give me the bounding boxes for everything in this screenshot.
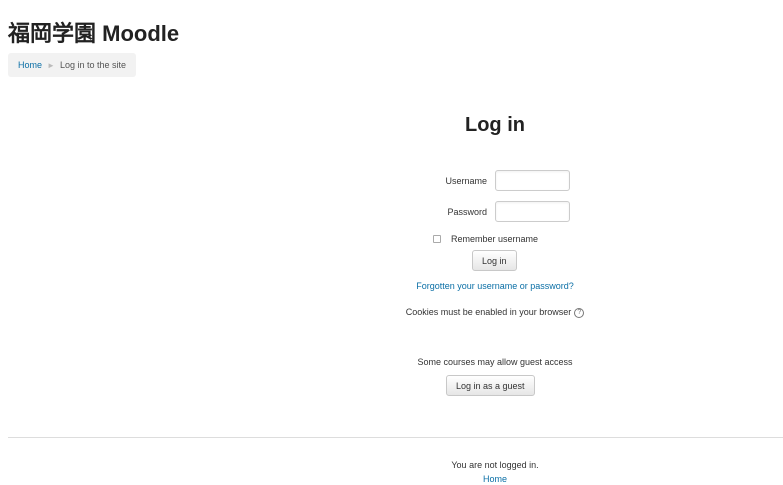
cookies-notice: Cookies must be enabled in your browser? bbox=[0, 307, 783, 318]
remember-username-checkbox[interactable] bbox=[433, 235, 441, 243]
remember-username-row: Remember username bbox=[433, 234, 538, 244]
username-label: Username bbox=[445, 175, 487, 186]
forgot-password-link[interactable]: Forgotten your username or password? bbox=[416, 281, 574, 291]
help-icon[interactable]: ? bbox=[574, 307, 585, 318]
guest-access-text: Some courses may allow guest access bbox=[417, 357, 573, 367]
password-row: Password bbox=[432, 201, 570, 222]
breadcrumb-separator-icon: ► bbox=[47, 60, 55, 70]
cookies-text: Cookies must be enabled in your browser bbox=[405, 307, 572, 317]
username-row: Username bbox=[432, 170, 570, 191]
forgot-password-row: Forgotten your username or password? bbox=[0, 281, 783, 291]
login-button[interactable]: Log in bbox=[472, 250, 517, 271]
site-title: 福岡学園 Moodle bbox=[8, 21, 180, 46]
login-status-text: You are not logged in. bbox=[451, 460, 539, 470]
password-input[interactable] bbox=[495, 201, 570, 222]
password-label: Password bbox=[447, 206, 487, 217]
breadcrumb-current: Log in to the site bbox=[59, 60, 126, 70]
login-heading: Log in bbox=[465, 114, 525, 136]
breadcrumb: Home ► Log in to the site bbox=[8, 53, 136, 77]
guest-login-button[interactable]: Log in as a guest bbox=[446, 375, 535, 396]
username-input[interactable] bbox=[495, 170, 570, 191]
footer-home-row: Home bbox=[0, 474, 783, 484]
remember-username-label: Remember username bbox=[451, 234, 539, 244]
breadcrumb-home-link[interactable]: Home bbox=[18, 60, 42, 70]
footer-home-link[interactable]: Home bbox=[483, 474, 507, 484]
footer-divider bbox=[8, 437, 783, 438]
